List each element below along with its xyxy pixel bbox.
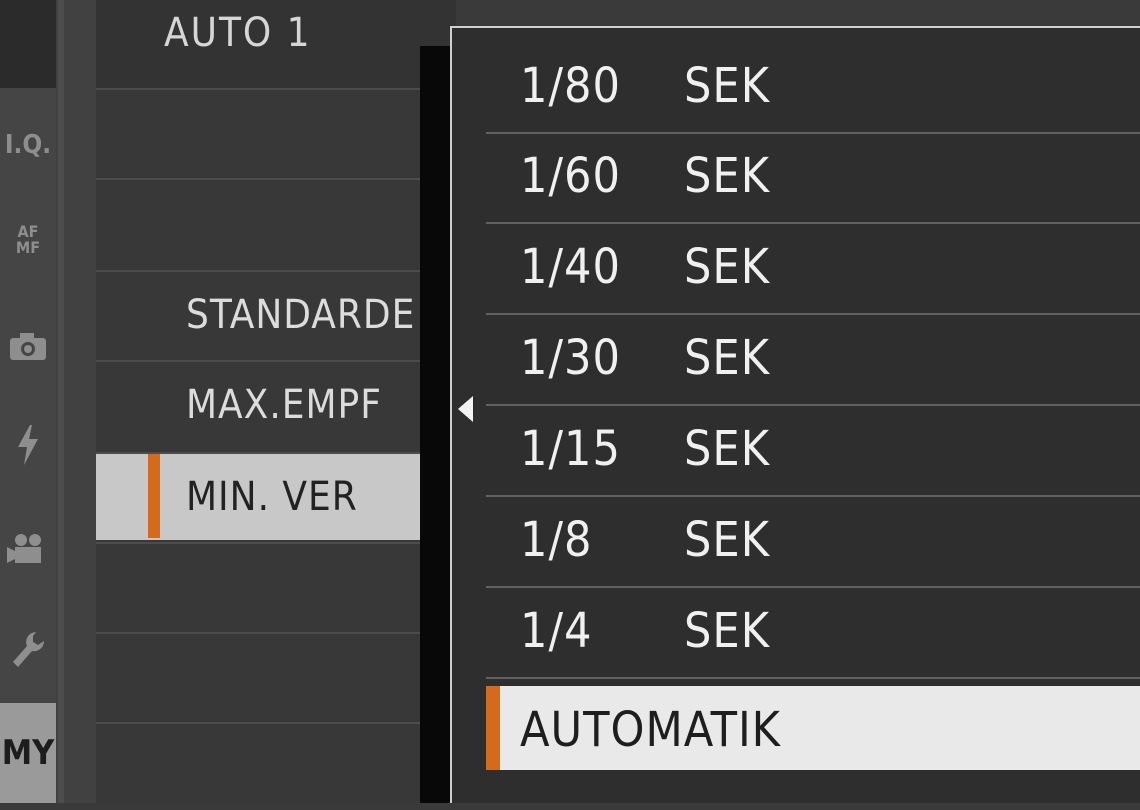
option-value: 1/15 (520, 421, 621, 477)
menu-row-label: MAX.EMPF (186, 382, 382, 428)
option-value: 1/60 (520, 148, 621, 204)
wrench-icon (13, 632, 45, 667)
option-unit: SEK (684, 603, 771, 659)
tab-image-quality[interactable]: I.Q. (0, 110, 56, 180)
option-1-4[interactable]: 1/4 SEK (486, 589, 1140, 679)
tab-flash[interactable] (0, 410, 56, 480)
option-unit: SEK (684, 148, 771, 204)
page-title: AUTO 1 (164, 10, 312, 56)
tab-movie[interactable] (0, 515, 56, 585)
menu-row-max-sensitivity[interactable]: MAX.EMPF (96, 360, 456, 448)
tab-shooting[interactable] (0, 315, 56, 379)
menu-row-empty (96, 722, 456, 810)
option-1-15[interactable]: 1/15 SEK (486, 407, 1140, 497)
movie-camera-icon (7, 534, 41, 563)
option-1-30[interactable]: 1/30 SEK (486, 316, 1140, 406)
selection-marker (486, 686, 500, 770)
shutter-speed-dropdown: 1/80 SEK 1/60 SEK 1/40 SEK 1/30 SEK 1/15… (450, 26, 1140, 803)
selection-marker (148, 454, 160, 538)
scrollbar-track (58, 0, 64, 803)
tab-af-mf-label: AF MF (15, 222, 41, 257)
option-1-60[interactable]: 1/60 SEK (486, 134, 1140, 224)
menu-row-label: STANDARDE (186, 292, 416, 338)
sidebar-divider (56, 0, 96, 803)
option-1-40[interactable]: 1/40 SEK (486, 225, 1140, 315)
option-unit: SEK (684, 239, 771, 295)
sidebar: I.Q. AF MF MY (0, 0, 56, 803)
menu-row-label: MIN. VER (186, 474, 358, 520)
camera-icon (10, 333, 46, 360)
option-value: 1/8 (520, 512, 593, 568)
option-unit: SEK (684, 512, 771, 568)
tab-my-menu[interactable]: MY (0, 703, 56, 803)
left-arrow-icon[interactable] (458, 396, 473, 422)
flash-icon (18, 425, 38, 465)
tab-image-quality-label: I.Q. (4, 130, 52, 160)
menu-row-empty (96, 542, 456, 630)
option-value: 1/30 (520, 330, 621, 386)
option-1-80[interactable]: 1/80 SEK (486, 44, 1140, 134)
option-unit: SEK (684, 330, 771, 386)
tab-setup[interactable] (0, 615, 56, 685)
option-unit: SEK (684, 58, 771, 114)
menu-row-empty (96, 88, 456, 176)
menu-row-standard[interactable]: STANDARDE (96, 270, 456, 358)
option-value: 1/4 (520, 603, 593, 659)
tab-my-menu-label: MY (1, 733, 55, 773)
menu-row-min-shutter[interactable]: MIN. VER (96, 452, 456, 540)
option-value: 1/80 (520, 58, 621, 114)
menu-row-empty (96, 178, 456, 266)
option-1-8[interactable]: 1/8 SEK (486, 498, 1140, 588)
menu-row-empty (96, 632, 456, 720)
option-value: AUTOMATIK (520, 702, 781, 758)
tab-af-mf[interactable]: AF MF (0, 205, 56, 275)
sidebar-top (0, 0, 56, 88)
menu-header: AUTO 1 (96, 0, 456, 88)
option-automatik[interactable]: AUTOMATIK (486, 686, 1140, 770)
option-unit: SEK (684, 421, 771, 477)
option-value: 1/40 (520, 239, 621, 295)
